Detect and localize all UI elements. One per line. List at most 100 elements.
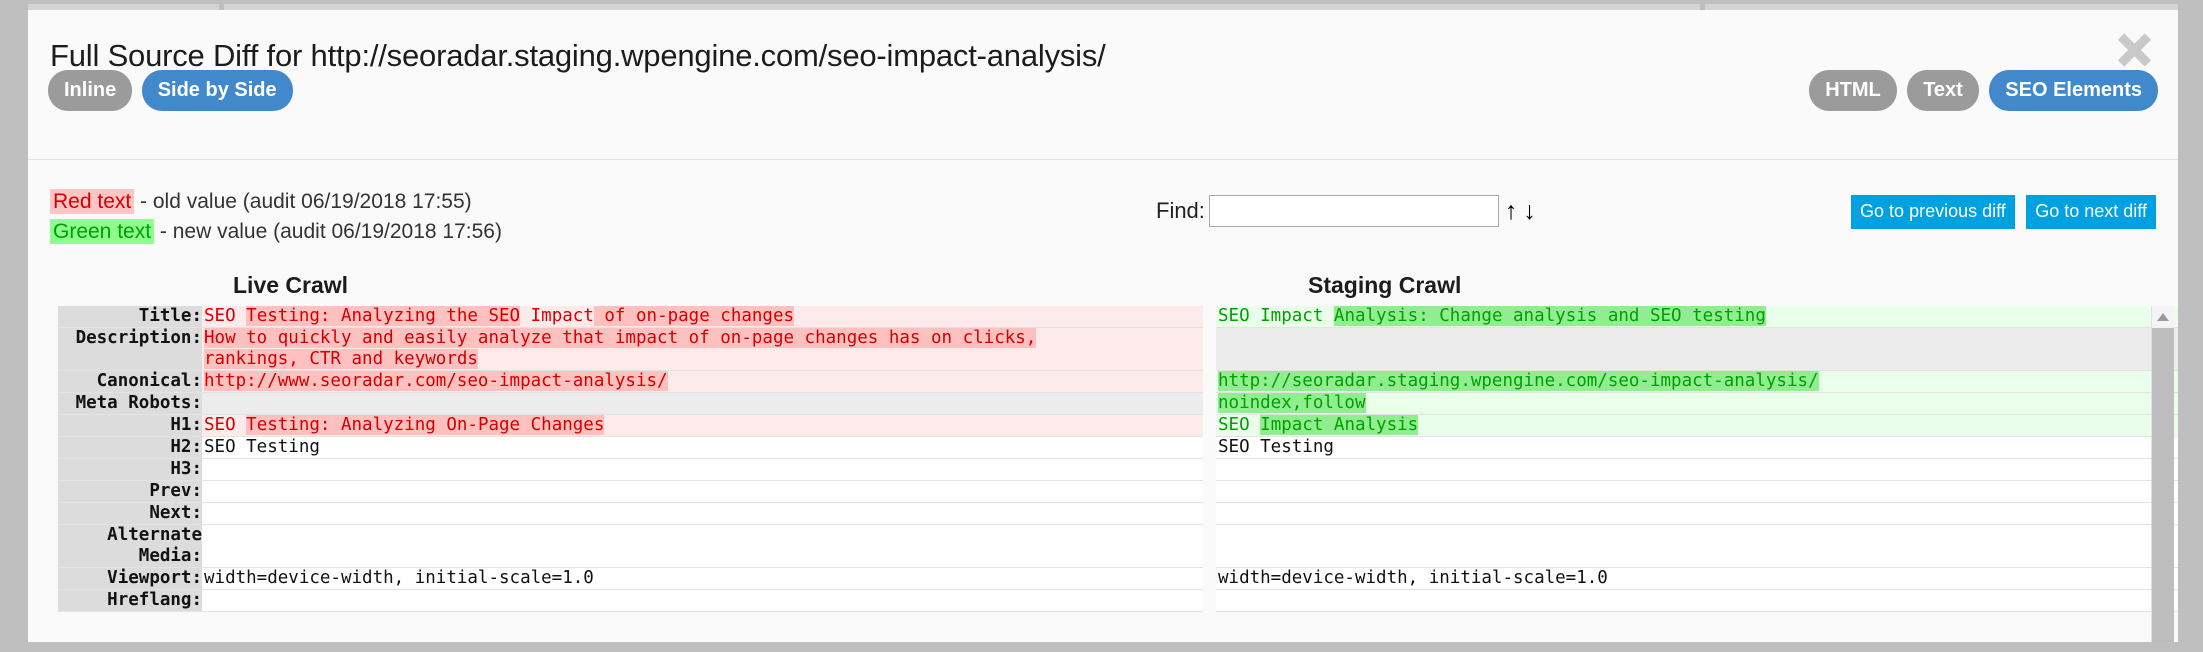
table-row: Meta Robots: [58,392,1203,415]
diff-cell-live: SEO Testing: Analyzing the SEO Impact of… [202,306,1203,328]
window-top-edge [0,0,2203,10]
window-top-gap-left [219,0,224,10]
diff-navigation-group: Go to previous diff Go to next diff [1844,195,2156,229]
diff-segment: SEO [204,306,247,326]
diff-cell-live: http://www.seoradar.com/seo-impact-analy… [202,370,1203,393]
window-right-edge [2178,0,2203,652]
diff-segment: SEO [204,415,247,435]
diff-segment: How to quickly and easily analyze that i… [204,328,1037,369]
diff-cell-live [202,589,1203,612]
diff-cell-staging: SEO Testing [1216,436,2178,459]
diff-segment: of on-page changes [593,306,795,326]
diff-cell-live [202,480,1203,503]
diff-legend: Red text - old value (audit 06/19/2018 1… [50,189,502,250]
table-row: Hreflang: [58,589,1203,612]
go-to-previous-diff-button[interactable]: Go to previous diff [1851,195,2015,229]
table-row: Viewport: width=device-width, initial-sca… [58,567,1203,590]
diff-cell-staging [1216,502,2178,525]
table-row: width=device-width, initial-scale=1.0 [1216,567,2178,590]
window-top-gap-right [1700,0,1705,10]
table-row [1216,589,2178,612]
diff-cell-staging: noindex,follow [1216,392,2178,415]
diff-cell-live: How to quickly and easily analyze that i… [202,327,1203,371]
legend-swatch-red: Red text [50,189,135,214]
table-row: Title: SEO Testing: Analyzing the SEO Imp… [58,306,1203,328]
diff-row-label: Prev: [58,480,202,503]
table-row: H3: [58,458,1203,481]
diff-row-label: Hreflang: [58,589,202,612]
table-row: noindex,follow [1216,392,2178,415]
page-title: Full Source Diff for http://seoradar.sta… [50,38,1106,73]
legend-text-old: - old value (audit 06/19/2018 17:55) [134,190,472,213]
column-heading-live-crawl: Live Crawl [233,272,349,298]
diff-cell-staging [1216,327,2178,371]
diff-pane-live-crawl: Title: SEO Testing: Analyzing the SEO Imp… [58,306,1203,642]
diff-segment: Testing: Analyzing On-Page Changes [246,415,605,435]
diff-table-staging: SEO Impact Analysis: Change analysis and… [1216,306,2178,612]
vertical-scrollbar[interactable] [2151,306,2174,642]
diff-segment: SEO [1218,415,1261,435]
table-row: Alternate Media: [58,524,1203,568]
diff-segment: http://seoradar.staging.wpengine.com/seo… [1218,371,1819,391]
find-next-icon[interactable]: ↓ [1523,198,1536,224]
diff-cell-staging [1216,458,2178,481]
table-row: H1: SEO Testing: Analyzing On-Page Change… [58,414,1203,437]
format-text-button[interactable]: Text [1907,70,1979,111]
diff-row-label: H2: [58,436,202,459]
diff-segment: SEO Impact [1218,306,1334,326]
diff-row-label: Description: [58,327,202,371]
diff-cell-live [202,392,1203,415]
diff-row-label: Viewport: [58,567,202,590]
legend-row-new: Green text - new value (audit 06/19/2018… [50,219,502,244]
table-row: H2: SEO Testing [58,436,1203,459]
table-row [1216,327,2178,371]
table-row [1216,458,2178,481]
diff-row-label: Next: [58,502,202,525]
diff-segment: noindex,follow [1218,393,1366,413]
diff-row-label: H3: [58,458,202,481]
search-input[interactable] [1208,195,1499,227]
diff-segment: Impact Analysis [1260,415,1419,435]
diff-cell-staging: width=device-width, initial-scale=1.0 [1216,567,2178,590]
diff-segment: Analysis: Change analysis and SEO testin… [1333,306,1766,326]
diff-cell-staging [1216,589,2178,612]
diff-cell-live [202,524,1203,568]
diff-segment: width=device-width, initial-scale=1.0 [1218,568,1608,588]
find-group: Find: ↑ ↓ [1156,195,1536,227]
diff-segment [520,306,531,326]
table-row: SEO Impact Analysis: Change analysis and… [1216,306,2178,328]
diff-row-label: Title: [58,306,202,328]
diff-cell-live: width=device-width, initial-scale=1.0 [202,567,1203,590]
diff-cell-staging [1216,524,2178,568]
diff-toolbar: Red text - old value (audit 06/19/2018 1… [28,160,2178,270]
view-mode-side-by-side-button[interactable]: Side by Side [141,70,293,111]
column-headings: Live Crawl Staging Crawl [28,272,2178,302]
format-seo-elements-button[interactable]: SEO Elements [1989,70,2158,111]
format-html-button[interactable]: HTML [1809,70,1897,111]
format-toggle-group: HTML Text SEO Elements [1803,70,2158,111]
scroll-up-arrow-icon[interactable] [2152,306,2174,326]
table-row [1216,524,2178,568]
find-label: Find: [1156,198,1205,223]
table-row: SEO Testing [1216,436,2178,459]
diff-row-label: Canonical: [58,370,202,393]
table-row: SEO Impact Analysis [1216,414,2178,437]
table-row: Prev: [58,480,1203,503]
scrollbar-thumb[interactable] [2152,328,2174,642]
diff-segment: Impact [530,306,594,326]
diff-segment: http://www.seoradar.com/seo-impact-analy… [204,371,668,391]
modal-header: Full Source Diff for http://seoradar.sta… [28,10,2178,160]
find-previous-icon[interactable]: ↑ [1505,198,1518,224]
table-row: Next: [58,502,1203,525]
diff-table-live: Title: SEO Testing: Analyzing the SEO Imp… [58,306,1203,612]
close-icon[interactable] [2112,28,2156,72]
table-row: Canonical: http://www.seoradar.com/seo-im… [58,370,1203,393]
diff-row-label: H1: [58,414,202,437]
column-heading-staging-crawl: Staging Crawl [1308,272,1462,298]
go-to-next-diff-button[interactable]: Go to next diff [2026,195,2156,229]
diff-cell-staging [1216,480,2178,503]
diff-pane-gap [1203,306,1216,642]
diff-row-label: Alternate Media: [58,524,202,568]
diff-cell-live [202,502,1203,525]
view-mode-inline-button[interactable]: Inline [48,70,133,111]
